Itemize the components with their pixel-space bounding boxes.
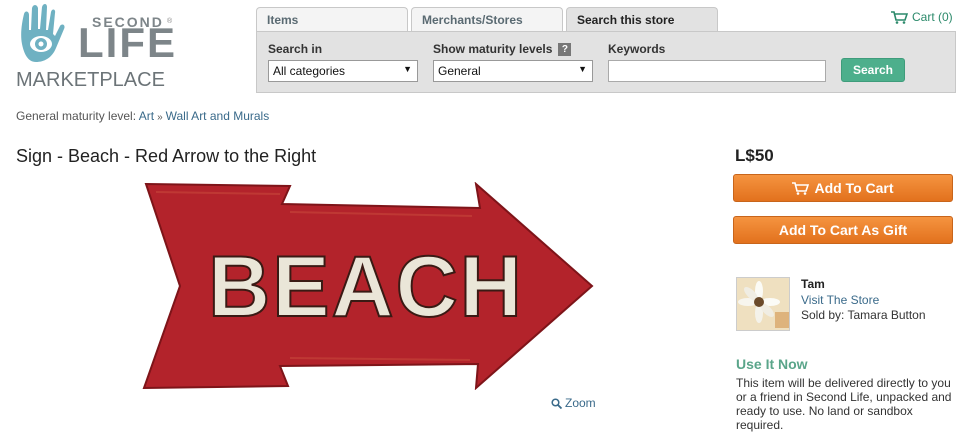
marketplace-logo[interactable]: SECOND ® LIFE MARKETPLACE [16,4,176,90]
zoom-label: Zoom [565,396,596,410]
tab-merchants-stores[interactable]: Merchants/Stores [411,7,563,31]
add-to-cart-gift-button[interactable]: Add To Cart As Gift [733,216,953,244]
visit-store-link[interactable]: Visit The Store [801,293,879,307]
keywords-input[interactable] [608,60,826,82]
dropdown-arrow-icon: ▼ [578,64,587,74]
breadcrumb: General maturity level: Art» Wall Art and… [16,109,269,123]
flower-icon [737,278,789,330]
sold-by-text: Sold by: Tamara Button [801,308,926,322]
add-to-cart-label: Add To Cart [814,180,894,196]
add-to-cart-gift-label: Add To Cart As Gift [778,222,908,238]
maturity-label-group: Show maturity levels? [433,42,572,57]
breadcrumb-prefix: General maturity level: [16,109,137,123]
breadcrumb-link-wall-art[interactable]: Wall Art and Murals [166,109,270,123]
tab-search-this-store[interactable]: Search this store [566,7,718,32]
search-panel: Search in All categories ▼ Show maturity… [256,31,956,93]
category-select[interactable]: All categories ▼ [268,60,418,82]
magnifier-icon [551,397,562,409]
use-it-now-text: This item will be delivered directly to … [736,376,952,432]
zoom-link[interactable]: Zoom [551,396,596,410]
add-to-cart-button[interactable]: Add To Cart [733,174,953,202]
logo-life-text: LIFE [78,19,177,66]
search-button[interactable]: Search [841,58,905,82]
tab-items[interactable]: Items [256,7,408,31]
cart-icon [792,181,810,195]
search-in-label: Search in [268,42,323,56]
category-select-value: All categories [273,64,346,78]
product-price: L$50 [735,146,774,165]
cart-label: Cart (0) [912,10,953,24]
maturity-select[interactable]: General ▼ [433,60,593,82]
product-image[interactable]: BEACH [140,182,596,390]
cart-icon [891,10,908,24]
seller-name: Tam [801,277,825,291]
maturity-label: Show maturity levels [433,42,553,56]
logo-marketplace-text: MARKETPLACE [16,69,165,91]
breadcrumb-link-art[interactable]: Art [139,109,154,123]
product-title: Sign - Beach - Red Arrow to the Right [16,146,317,166]
dropdown-arrow-icon: ▼ [403,64,412,74]
maturity-select-value: General [438,64,481,78]
sign-text: BEACH [208,239,524,335]
keywords-label: Keywords [608,42,666,56]
hand-eye-icon [21,4,65,62]
help-icon[interactable]: ? [558,43,572,57]
cart-link[interactable]: Cart (0) [891,10,953,24]
seller-avatar[interactable] [736,277,790,331]
breadcrumb-separator: » [157,112,163,123]
use-it-now-heading: Use It Now [736,356,808,372]
